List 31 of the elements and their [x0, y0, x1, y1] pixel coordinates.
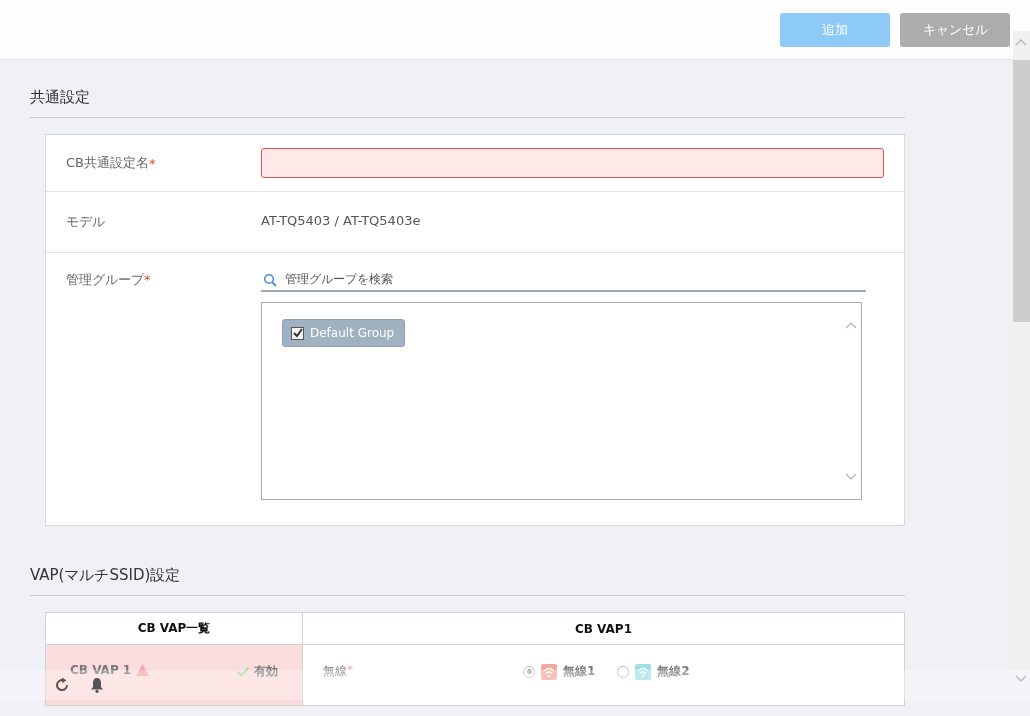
scroll-down-icon[interactable]: [845, 473, 857, 481]
field-label: モデル: [65, 213, 106, 231]
cancel-button[interactable]: キャンセル: [900, 12, 1010, 47]
search-field[interactable]: 管理グループを検索: [261, 271, 866, 292]
column-header: CB VAP1: [303, 613, 904, 645]
group-chip[interactable]: Default Group: [282, 319, 406, 347]
wifi-icon: [541, 663, 557, 680]
scrollbar[interactable]: [1013, 31, 1030, 670]
name-input[interactable]: [261, 148, 884, 178]
scroll-thumb[interactable]: [1013, 60, 1030, 322]
field-label: CB共通設定名*: [65, 154, 157, 173]
model-value: AT-TQ5403 / AT-TQ5403e: [261, 213, 421, 230]
section-title: VAP(マルチSSID)設定: [30, 566, 905, 596]
bell-icon[interactable]: [90, 677, 104, 693]
required-mark: *: [144, 272, 151, 287]
scroll-down-icon[interactable]: [1015, 675, 1027, 683]
add-button[interactable]: 追加: [780, 12, 890, 47]
required-mark: *: [149, 155, 156, 171]
search-icon: [263, 272, 277, 287]
required-mark: *: [347, 663, 353, 679]
checkbox[interactable]: [291, 326, 304, 340]
scroll-up-icon[interactable]: [1015, 38, 1027, 46]
refresh-icon[interactable]: [54, 677, 70, 693]
section-title: 共通設定: [30, 88, 905, 118]
option-label: 無線2: [657, 663, 690, 680]
vap-list-item[interactable]: CB VAP 1 有効: [46, 645, 303, 705]
wifi-icon: [635, 663, 652, 680]
field-label: 無線: [323, 663, 347, 680]
scroll-up-icon[interactable]: [845, 321, 857, 329]
option-label: 無線1: [563, 663, 596, 680]
field-label: 管理グループ*: [65, 271, 152, 289]
